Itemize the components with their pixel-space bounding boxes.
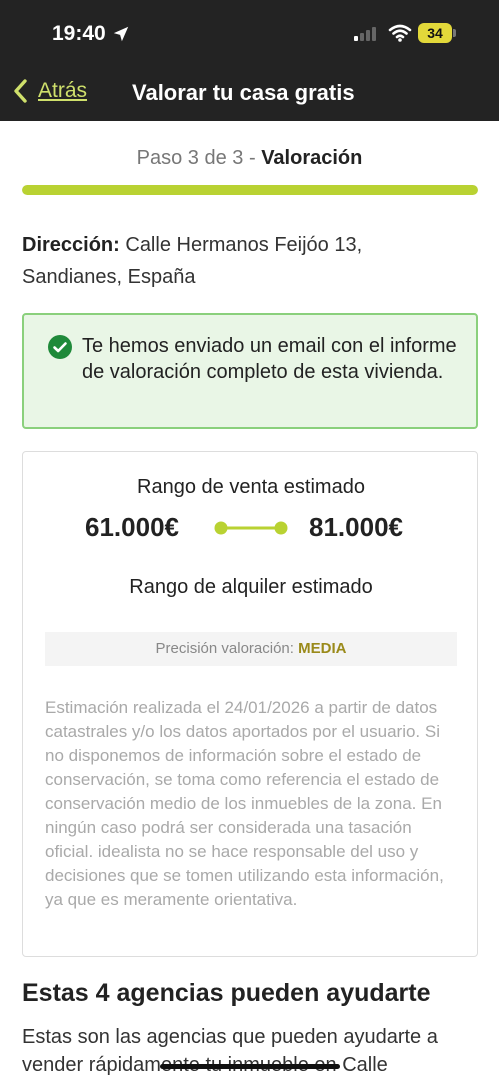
precision-badge: Precisión valoración: MEDIA (45, 632, 457, 666)
agencies-heading: Estas 4 agencias pueden ayudarte (22, 979, 431, 1007)
battery-icon: 34 (418, 23, 456, 43)
back-label[interactable]: Atrás (38, 79, 87, 103)
rent-range-title: Rango de alquiler estimado (129, 576, 373, 598)
precision-value: MEDIA (298, 640, 347, 657)
precision-label: Precisión valoración: (155, 640, 299, 657)
navigation-bar: Atrás Valorar tu casa gratis (0, 64, 499, 121)
valuation-card: Rango de venta estimado 61.000€ 81.000€ … (22, 451, 478, 957)
progress-fill (22, 185, 478, 195)
progress-bar (22, 185, 478, 195)
address-label: Dirección: (22, 234, 120, 256)
range-slider-icon (214, 521, 288, 535)
agencies-description: Estas son las agencias que pueden ayudar… (22, 1026, 438, 1076)
alert-text: Te hemos enviado un email con el informe… (82, 335, 457, 383)
sale-range-title: Rango de venta estimado (137, 476, 365, 498)
battery-level: 34 (418, 23, 452, 43)
status-time-text: 19:40 (52, 22, 106, 45)
back-button[interactable]: Atrás (12, 78, 87, 104)
step-prefix: Paso 3 de 3 - (136, 147, 262, 169)
home-indicator[interactable] (160, 1064, 340, 1069)
chevron-left-icon (14, 79, 27, 103)
address: Dirección: Calle Hermanos Feijóo 13, San… (22, 229, 462, 293)
step-indicator: Paso 3 de 3 - Valoración (0, 147, 499, 170)
sale-range-min: 61.000€ (85, 512, 179, 542)
sale-range-max: 81.000€ (309, 512, 403, 542)
cellular-signal-icon (354, 26, 376, 41)
check-circle-icon (48, 335, 72, 359)
status-bar: 19:40 34 (0, 0, 499, 64)
sale-range: 61.000€ 81.000€ (23, 512, 479, 546)
location-arrow-icon (113, 26, 128, 42)
email-sent-alert: Te hemos enviado un email con el informe… (22, 313, 478, 429)
status-time: 19:40 (52, 22, 130, 46)
wifi-icon (388, 24, 412, 42)
valuation-disclaimer: Estimación realizada el 24/01/2026 a par… (45, 698, 444, 909)
main-content: Paso 3 de 3 - Valoración Dirección: Call… (0, 121, 499, 1080)
step-name: Valoración (261, 147, 363, 169)
page-title: Valorar tu casa gratis (132, 80, 355, 105)
